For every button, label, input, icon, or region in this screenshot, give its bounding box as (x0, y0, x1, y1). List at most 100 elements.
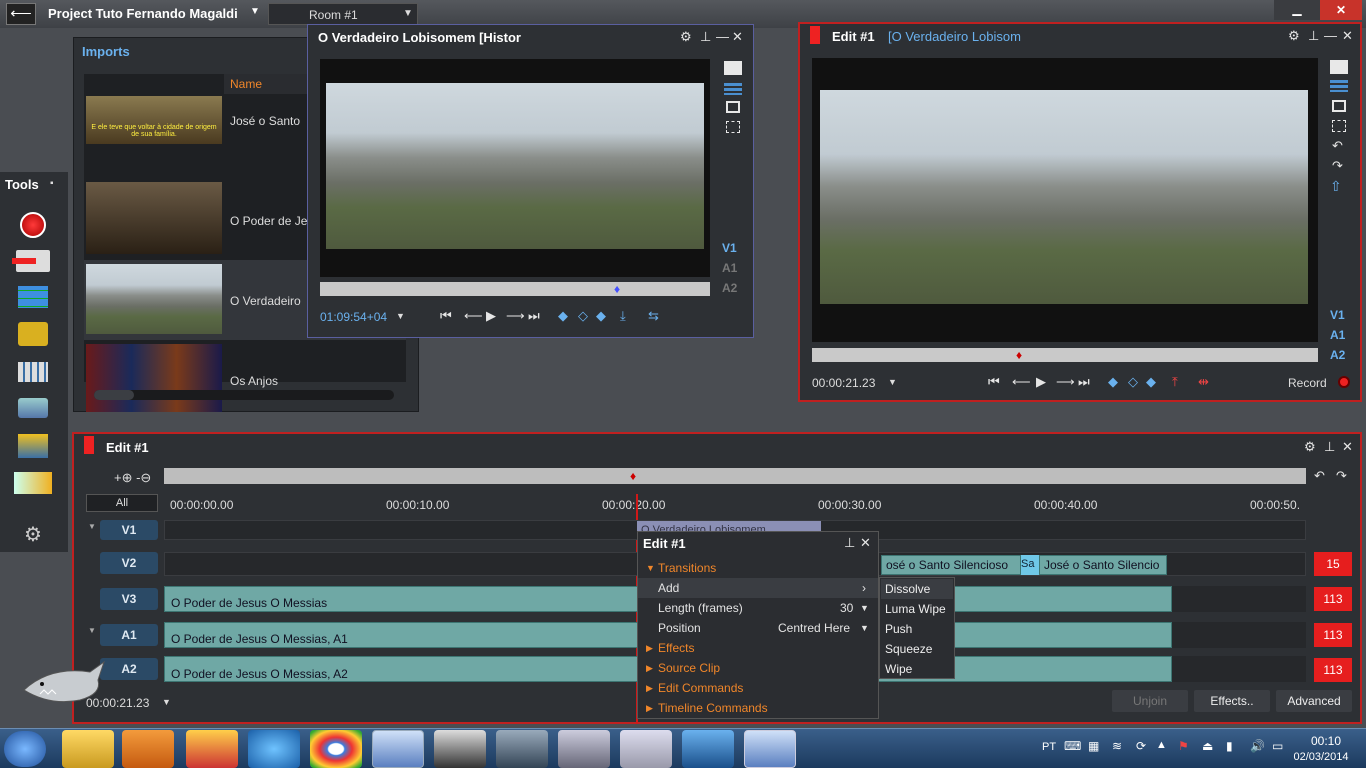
chrome-taskbar-icon[interactable] (310, 730, 362, 768)
track-a1[interactable]: A1 (722, 261, 737, 275)
project-title[interactable]: Project Tuto Fernando Magaldi (48, 6, 238, 21)
list-icon[interactable] (1330, 80, 1348, 92)
clip[interactable]: osé o Santo Silencioso (881, 555, 1021, 575)
play-icon[interactable]: ▶ (486, 308, 496, 324)
battery-icon[interactable]: ▭ (1272, 739, 1283, 753)
submenu-dissolve[interactable]: Dissolve (881, 579, 953, 599)
zoom-controls[interactable]: +⊕ -⊖ (114, 470, 151, 486)
room-selector[interactable]: Room #1 ▼ (268, 3, 418, 25)
chevron-down-icon[interactable]: ▼ (250, 6, 260, 17)
calculator-taskbar-icon[interactable] (620, 730, 672, 768)
timeline-scroll-bar[interactable]: ♦ (164, 468, 1306, 484)
sigil-taskbar-icon[interactable] (682, 730, 734, 768)
lift-icon[interactable]: ⤒ (1172, 374, 1178, 390)
upload-icon[interactable]: ⇧ (1330, 178, 1348, 194)
mark-out-icon[interactable]: ◆ (596, 308, 606, 324)
usb-icon[interactable]: ⏏ (1202, 739, 1213, 753)
horizontal-scrollbar[interactable] (94, 390, 394, 400)
import-tool-icon[interactable] (12, 250, 50, 272)
wifi-icon[interactable]: ≋ (1112, 739, 1122, 753)
media-taskbar-icon[interactable] (122, 730, 174, 768)
app-taskbar-icon[interactable] (372, 730, 424, 768)
chevron-down-icon[interactable]: ▼ (396, 311, 405, 321)
track-header-v2[interactable]: V2 (100, 552, 158, 574)
source-video-area[interactable] (320, 59, 710, 277)
frame-icon[interactable] (1332, 100, 1346, 112)
expand-icon[interactable]: ▼ (88, 522, 96, 531)
track-badge[interactable]: 113 (1314, 587, 1352, 611)
gear-icon[interactable]: ⚙ (680, 29, 692, 45)
redo-icon[interactable]: ↷ (1336, 468, 1347, 484)
pin-icon[interactable]: ⊥ (844, 535, 855, 551)
length-value[interactable]: 30 (840, 598, 853, 618)
scroll-thumb[interactable] (94, 390, 134, 400)
track-badge[interactable]: 113 (1314, 623, 1352, 647)
sync-icon[interactable]: ⟳ (1136, 739, 1146, 753)
language-indicator[interactable]: PT (1042, 741, 1056, 753)
mark-out-icon[interactable]: ◆ (1146, 374, 1156, 390)
folder-icon[interactable] (724, 61, 742, 75)
step-forward-icon[interactable]: ⟶ (506, 308, 525, 324)
export-tool-icon[interactable] (18, 434, 48, 458)
menu-add[interactable]: Add › (638, 578, 878, 598)
record-indicator-icon[interactable] (1338, 376, 1350, 388)
position-value[interactable]: Centred Here (778, 618, 850, 638)
chevron-down-icon[interactable]: ▼ (162, 697, 171, 707)
close-icon[interactable]: ✕ (1342, 439, 1353, 455)
pin-icon[interactable]: ▪ (50, 178, 54, 189)
clock-date[interactable]: 02/03/2014 (1286, 751, 1356, 763)
frame-icon[interactable] (726, 101, 740, 113)
effects-button[interactable]: Effects.. (1194, 690, 1270, 712)
playhead-marker[interactable]: ♦ (614, 282, 622, 296)
track-header-v3[interactable]: V3 (100, 588, 158, 610)
close-icon[interactable]: ✕ (1342, 28, 1353, 44)
submenu-luma-wipe[interactable]: Luma Wipe (881, 599, 953, 619)
minimize-icon[interactable]: — (716, 29, 729, 45)
tool-taskbar-icon[interactable] (496, 730, 548, 768)
archive-taskbar-icon[interactable] (558, 730, 610, 768)
track-badge[interactable]: 113 (1314, 658, 1352, 682)
pin-icon[interactable]: ⊥ (1308, 28, 1319, 44)
minimize-button[interactable]: ▁ (1274, 0, 1320, 20)
keyboard-icon[interactable]: ⌨ (1064, 739, 1081, 753)
source-timecode[interactable]: 01:09:54+04 (320, 310, 387, 324)
step-back-icon[interactable]: ⟵ (464, 308, 483, 324)
track-header-a2[interactable]: A2 (100, 658, 158, 680)
network-icon[interactable]: ▦ (1088, 739, 1099, 753)
list-icon[interactable] (724, 83, 742, 95)
menu-source-clip[interactable]: ▶ Source Clip (638, 658, 878, 678)
signal-icon[interactable]: ▮ (1226, 739, 1233, 753)
pin-icon[interactable]: ⊥ (700, 29, 711, 45)
insert-icon[interactable]: ⤓ (620, 308, 626, 324)
record-timecode[interactable]: 00:00:21.23 (812, 376, 875, 390)
search-tool-icon[interactable] (18, 322, 48, 346)
go-end-icon[interactable]: ⏭ (528, 308, 540, 324)
horse-taskbar-icon[interactable] (434, 730, 486, 768)
grid-tool-icon[interactable] (18, 362, 48, 382)
redo-icon[interactable]: ↷ (1332, 158, 1343, 174)
lightworks-taskbar-icon[interactable] (744, 730, 796, 768)
clip[interactable]: José o Santo Silencio (1039, 555, 1167, 575)
layers-tool-icon[interactable] (18, 398, 48, 418)
record-video-area[interactable] (812, 58, 1318, 342)
player321-taskbar-icon[interactable] (186, 730, 238, 768)
track-badge[interactable]: 15 (1314, 552, 1352, 576)
step-back-icon[interactable]: ⟵ (1012, 374, 1031, 390)
submenu-wipe[interactable]: Wipe (881, 659, 953, 679)
back-icon[interactable]: ⟵ (6, 3, 36, 25)
play-icon[interactable]: ▶ (1036, 374, 1046, 390)
clip[interactable]: Sa (1021, 555, 1039, 575)
menu-transitions[interactable]: ▼ Transitions (638, 558, 878, 578)
extract-icon[interactable]: ⇹ (1198, 374, 1209, 390)
pin-icon[interactable]: ⊥ (1324, 439, 1335, 455)
submenu-push[interactable]: Push (881, 619, 953, 639)
advanced-button[interactable]: Advanced (1276, 690, 1352, 712)
menu-position[interactable]: Position Centred Here ▼ (638, 618, 878, 638)
gear-icon[interactable]: ⚙ (1304, 439, 1316, 455)
mark-in-icon[interactable]: ◆ (558, 308, 568, 324)
folder-icon[interactable] (1330, 60, 1348, 74)
menu-edit-commands[interactable]: ▶ Edit Commands (638, 678, 878, 698)
track-v1[interactable]: V1 (722, 241, 737, 255)
volume-icon[interactable]: 🔊 (1250, 739, 1265, 753)
timeline-tool-icon[interactable] (18, 286, 48, 308)
